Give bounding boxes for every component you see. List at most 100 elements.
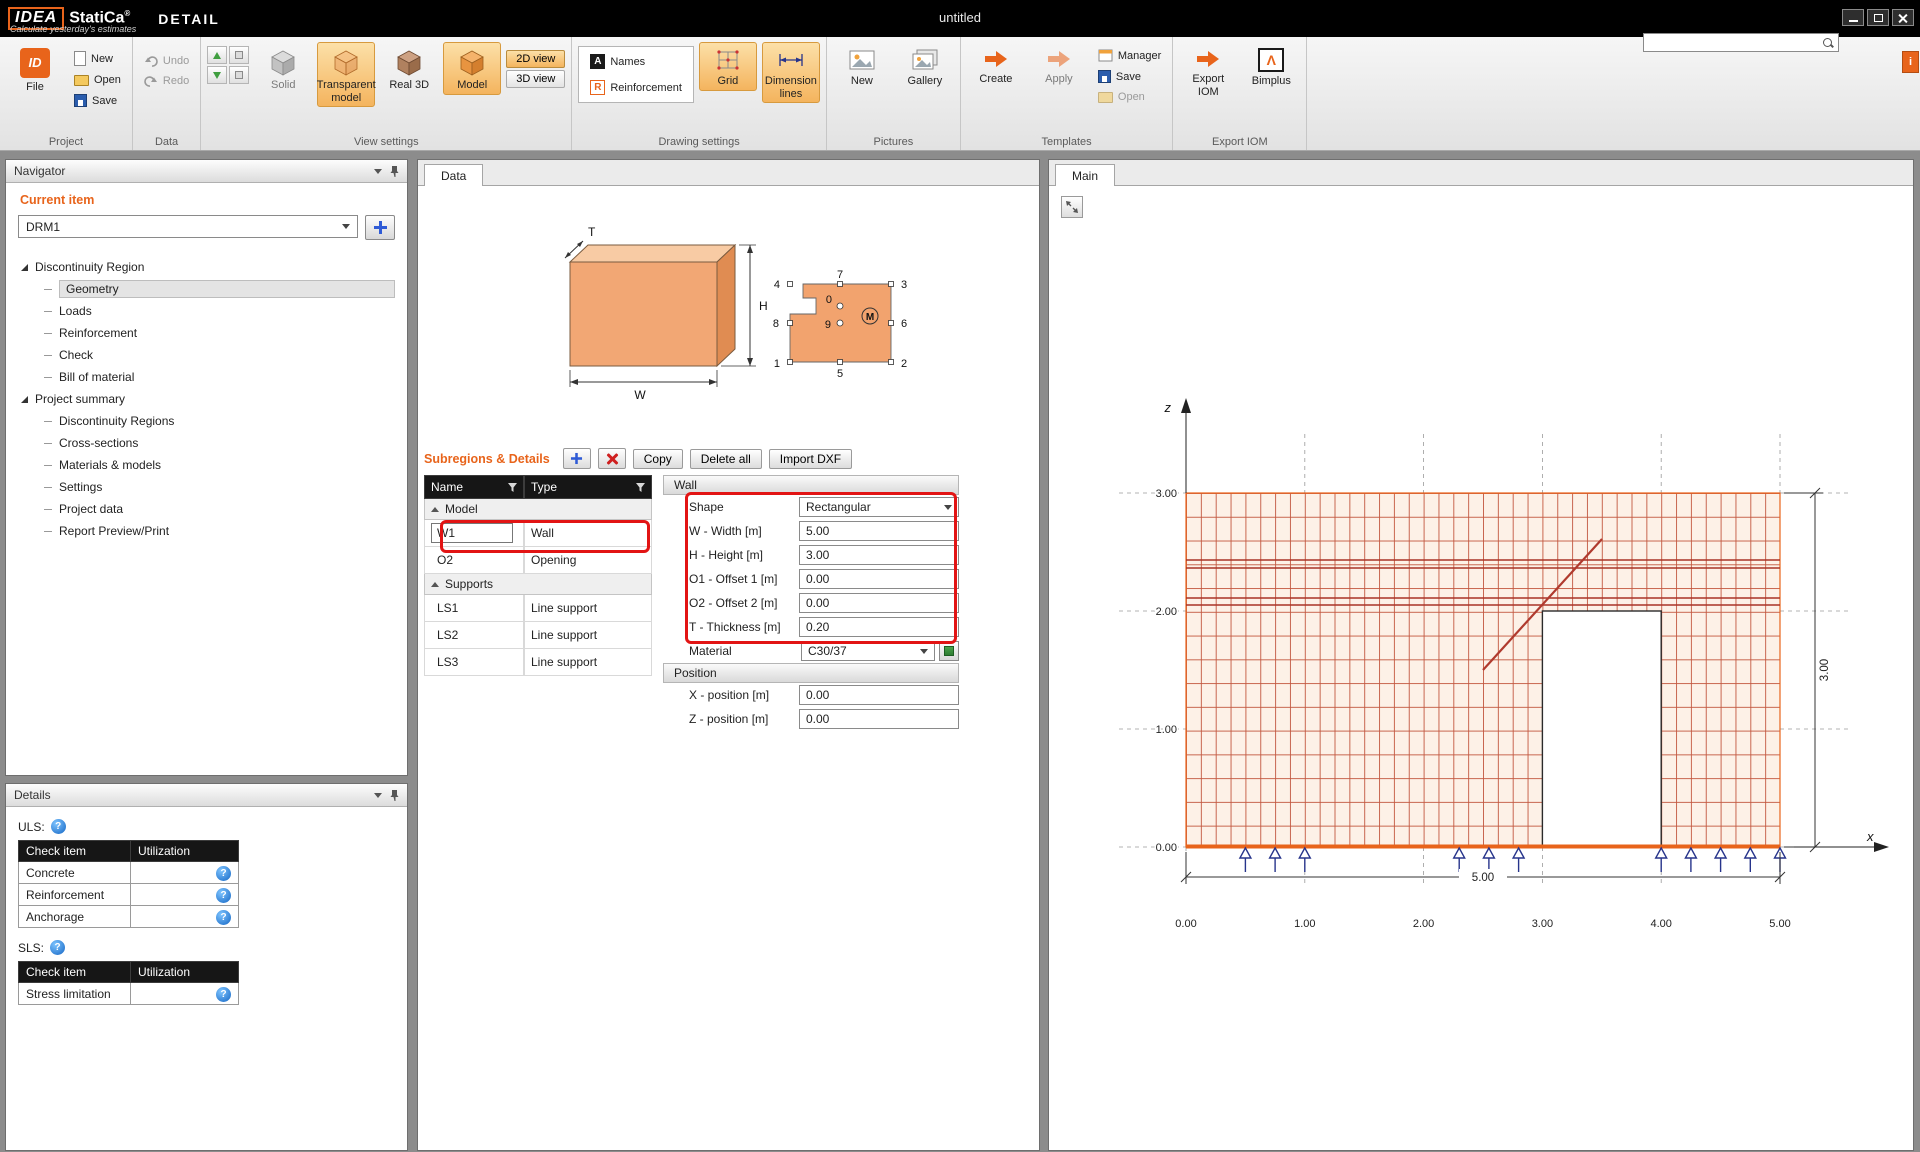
name-cell-w1[interactable]: W1 [431,523,513,543]
offset2-input[interactable]: 0.00 [799,593,959,613]
help-icon[interactable]: ? [216,888,231,903]
names-toggle[interactable]: ANames [585,51,687,72]
2d-view-button[interactable]: 2D view [506,50,565,68]
open-project-button[interactable]: Open [69,71,126,89]
redo-button[interactable]: Redo [139,72,194,90]
undo-button[interactable]: Undo [139,52,194,70]
collapse-icon[interactable] [374,169,382,174]
tree-item-check[interactable]: Check [18,344,395,366]
anchor-6: 6 [901,318,907,330]
tree-group-discontinuity-region[interactable]: Discontinuity Region [18,256,395,278]
solid-view-button[interactable]: Solid [254,42,312,95]
column-header-type[interactable]: Type [524,475,652,499]
tree-group-project-summary[interactable]: Project summary [18,388,395,410]
xpos-input[interactable]: 0.00 [799,685,959,705]
table-row-ls1[interactable]: LS1 Line support [424,595,652,622]
close-button[interactable] [1892,9,1914,26]
height-input[interactable]: 3.00 [799,545,959,565]
offset1-input[interactable]: 0.00 [799,569,959,589]
help-icon[interactable]: ? [50,940,65,955]
view-tool-button-1[interactable] [207,46,227,64]
tree-item-project-data[interactable]: Project data [18,498,395,520]
import-dxf-button[interactable]: Import DXF [769,449,852,469]
tree-item-report-preview-print[interactable]: Report Preview/Print [18,520,395,542]
real-3d-button[interactable]: Real 3D [380,42,438,95]
pin-icon[interactable] [390,789,399,801]
table-row-ls3[interactable]: LS3 Line support [424,649,652,676]
3d-view-button[interactable]: 3D view [506,70,565,88]
column-header-name[interactable]: Name [424,475,524,499]
help-icon[interactable]: ? [51,819,66,834]
help-icon[interactable]: ? [216,910,231,925]
export-iom-button[interactable]: Export IOM [1179,42,1237,101]
edit-material-button[interactable] [939,641,959,661]
collapse-icon[interactable] [374,793,382,798]
reinforcement-toggle[interactable]: RReinforcement [585,77,687,98]
table-row-ls2[interactable]: LS2 Line support [424,622,652,649]
tree-item-settings[interactable]: Settings [18,476,395,498]
file-button[interactable]: ID File [6,42,64,97]
table-row-o2[interactable]: O2 Opening [424,547,652,574]
tab-main[interactable]: Main [1055,164,1115,186]
width-input[interactable]: 5.00 [799,521,959,541]
zpos-input[interactable]: 0.00 [799,709,959,729]
gallery-button[interactable]: Gallery [896,42,954,91]
new-project-button[interactable]: New [69,48,126,69]
minimize-button[interactable] [1842,9,1864,26]
template-save-button[interactable]: Save [1093,67,1166,86]
help-icon[interactable]: ? [216,866,231,881]
tree-item-reinforcement[interactable]: Reinforcement [18,322,395,344]
template-manager-button[interactable]: Manager [1093,46,1166,65]
z-axis-label: z [1164,400,1172,415]
filter-icon[interactable] [636,483,645,492]
line-supports[interactable] [1240,848,1786,872]
filter-icon[interactable] [508,483,517,492]
tree-item-discontinuity-regions[interactable]: Discontinuity Regions [18,410,395,432]
view-tool-button-2[interactable] [229,46,249,64]
tree-item-bill-of-material[interactable]: Bill of material [18,366,395,388]
group-row-supports[interactable]: Supports [424,574,652,595]
material-select[interactable]: C30/37 [801,641,935,661]
export-arrow-icon [1195,48,1221,70]
tree-item-loads[interactable]: Loads [18,300,395,322]
tab-data[interactable]: Data [424,164,483,186]
delete-subregion-button[interactable] [598,448,626,469]
tree-item-materials-models[interactable]: Materials & models [18,454,395,476]
search-input[interactable] [1644,37,1822,49]
current-item-select[interactable]: DRM1 [18,215,358,238]
z-tick-2: 2.00 [1156,606,1177,618]
help-icon[interactable]: ? [216,987,231,1002]
transparent-model-button[interactable]: Transparent model [317,42,375,107]
dimension-lines-button[interactable]: Dimension lines [762,42,820,103]
anchor-7: 7 [837,269,843,281]
view-tool-button-3[interactable] [207,66,227,84]
maximize-button[interactable] [1867,9,1889,26]
grid-button[interactable]: Grid [699,42,757,91]
shape-select[interactable]: Rectangular [799,497,959,517]
tree-item-geometry[interactable]: Geometry [18,278,395,300]
fit-view-button[interactable] [1061,196,1083,218]
add-region-button[interactable] [365,215,395,240]
save-project-button[interactable]: Save [69,91,126,110]
edit-material-icon [944,646,954,656]
table-row-w1[interactable]: W1 Wall [424,520,652,547]
thickness-input[interactable]: 0.20 [799,617,959,637]
info-button[interactable]: i [1902,51,1919,73]
group-row-model[interactable]: Model [424,499,652,520]
copy-button[interactable]: Copy [633,449,683,469]
bimplus-button[interactable]: Λ Bimplus [1242,42,1300,91]
delete-all-button[interactable]: Delete all [690,449,762,469]
pin-icon[interactable] [390,165,399,177]
opening-region[interactable] [1542,611,1661,847]
apply-template-button[interactable]: Apply [1030,42,1088,89]
ribbon-group-data: Undo Redo Data [133,37,201,150]
tree-item-cross-sections[interactable]: Cross-sections [18,432,395,454]
template-open-button[interactable]: Open [1093,88,1166,106]
sls-col-check-item: Check item [19,962,131,983]
add-subregion-button[interactable] [563,448,591,469]
view-tool-button-4[interactable] [229,66,249,84]
create-template-button[interactable]: Create [967,42,1025,89]
new-picture-button[interactable]: New [833,42,891,91]
prop-row-material: Material C30/37 [663,639,959,663]
model-view-button[interactable]: Model [443,42,501,95]
